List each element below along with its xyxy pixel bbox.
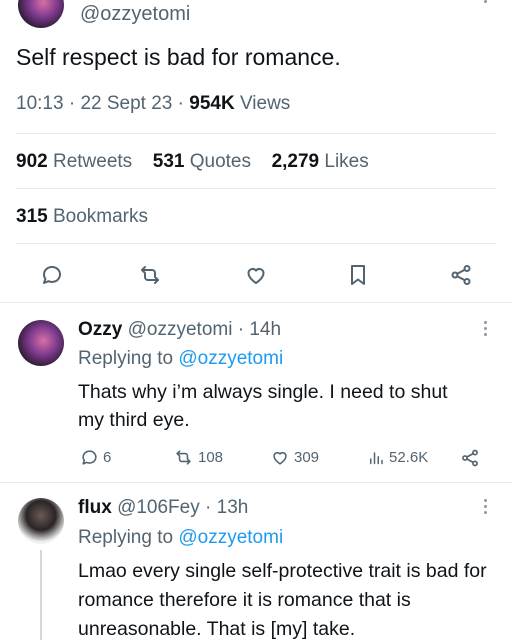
view-count: 52.6K — [389, 449, 429, 466]
retweet-icon[interactable] — [136, 261, 164, 289]
reply-header: Ozzy @ozzyetomi · 14h — [78, 319, 281, 341]
avatar[interactable] — [18, 0, 64, 28]
reply-author-name[interactable]: Ozzy — [78, 319, 122, 340]
retweet-icon — [176, 450, 191, 465]
meta-separator: · — [68, 93, 81, 114]
views-label: Views — [239, 93, 291, 114]
retweets-stat[interactable]: 902 Retweets — [16, 151, 132, 172]
views-button[interactable]: 52.6K — [367, 448, 428, 467]
tweet-meta: 10:13 · 22 Sept 23 · 954K Views — [16, 93, 290, 115]
reply-count: 6 — [103, 449, 112, 466]
quotes-stat[interactable]: 531 Quotes — [153, 151, 251, 172]
divider — [16, 133, 496, 134]
divider — [16, 243, 496, 244]
tweet-time[interactable]: 10:13 — [16, 93, 64, 114]
avatar[interactable] — [18, 320, 64, 366]
reply-icon — [82, 450, 97, 465]
like-icon — [273, 451, 287, 465]
replying-to-link[interactable]: @ozzyetomi — [178, 348, 283, 369]
like-icon[interactable] — [242, 261, 270, 289]
meta-separator: · — [237, 319, 250, 340]
bookmark-icon[interactable] — [344, 261, 372, 289]
reply-button[interactable]: 6 — [80, 448, 111, 467]
more-options-icon[interactable] — [484, 499, 488, 517]
divider — [16, 188, 496, 189]
reply-icon[interactable] — [38, 261, 66, 289]
replying-to: Replying to @ozzyetomi — [78, 348, 284, 369]
like-button[interactable]: 309 — [270, 448, 319, 467]
reply-age[interactable]: 14h — [249, 319, 281, 340]
more-options-icon[interactable] — [484, 321, 488, 339]
replying-to-link[interactable]: @ozzyetomi — [178, 527, 283, 548]
meta-separator: · — [177, 93, 190, 114]
section-divider — [0, 302, 512, 303]
retweet-button[interactable]: 108 — [173, 448, 223, 467]
reply-author-handle[interactable]: @ozzyetomi — [128, 319, 233, 340]
retweet-count: 108 — [198, 449, 224, 466]
reply-author-name[interactable]: flux — [78, 497, 112, 518]
tweet-text: Self respect is bad for romance. — [16, 44, 341, 70]
engagement-stats: 902 Retweets 531 Quotes 2,279 Likes — [16, 151, 369, 173]
share-icon[interactable] — [459, 447, 481, 469]
section-divider — [0, 482, 512, 483]
thread-line — [40, 550, 42, 640]
meta-separator: · — [205, 497, 217, 518]
replying-to: Replying to @ozzyetomi — [78, 527, 284, 548]
likes-stat[interactable]: 2,279 Likes — [272, 151, 369, 172]
share-icon[interactable] — [447, 261, 475, 289]
bookmarks-stat[interactable]: 315 Bookmarks — [16, 206, 148, 228]
reply-header: flux @106Fey · 13h — [78, 497, 248, 519]
reply-text: Lmao every single self-protective trait … — [78, 560, 487, 640]
tweet-author-handle[interactable]: @ozzyetomi — [80, 3, 190, 26]
avatar[interactable] — [18, 498, 64, 544]
views-count: 954K — [189, 93, 235, 114]
reply-text: Thats why i’m always single. I need to s… — [78, 381, 448, 431]
reply-author-handle[interactable]: @106Fey — [117, 497, 200, 518]
analytics-icon — [370, 452, 383, 465]
tweet-date[interactable]: 22 Sept 23 — [80, 93, 172, 114]
like-count: 309 — [294, 449, 320, 466]
more-options-icon[interactable] — [484, 0, 488, 6]
reply-age[interactable]: 13h — [217, 497, 249, 518]
